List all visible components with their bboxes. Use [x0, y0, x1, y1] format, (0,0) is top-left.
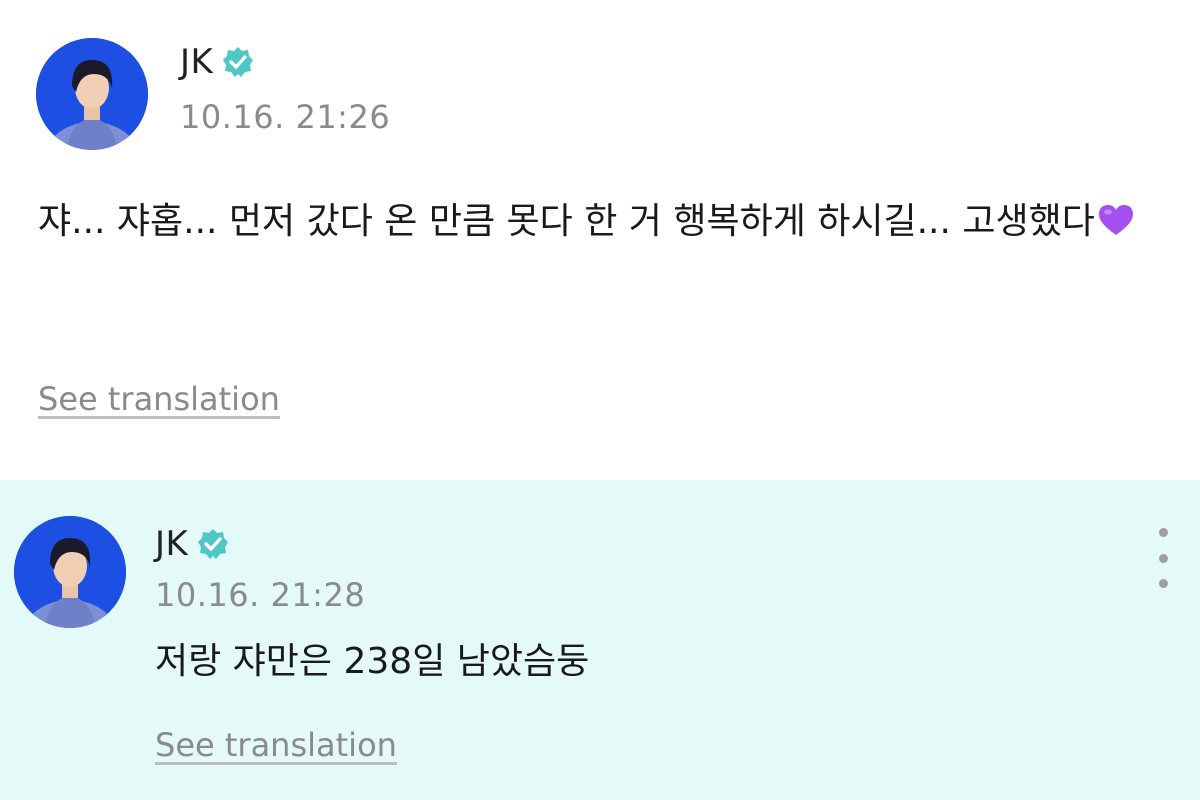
more-options-dot: [1158, 579, 1168, 588]
see-translation-link[interactable]: See translation: [155, 726, 397, 764]
post-timestamp: 10.16. 21:28: [155, 576, 366, 614]
post-timestamp: 10.16. 21:26: [180, 98, 391, 136]
post-text: 쟈... 쟈홉... 먼저 갔다 온 만큼 못다 한 거 행복하게 하시길...…: [38, 201, 1095, 242]
author-label: JK: [155, 524, 189, 564]
author-name[interactable]: JK: [180, 42, 255, 82]
verified-badge-icon: [198, 529, 229, 559]
post-1: JK 10.16. 21:26 쟈... 쟈홉... 먼저 갔다 온 만큼 못다…: [0, 0, 1200, 480]
more-options-icon[interactable]: [1148, 528, 1178, 588]
avatar-image: [36, 38, 148, 150]
see-translation-link[interactable]: See translation: [38, 380, 280, 418]
author-label: JK: [180, 42, 214, 82]
post-body: 쟈... 쟈홉... 먼저 갔다 온 만큼 못다 한 거 행복하게 하시길...…: [38, 190, 1168, 254]
more-options-dot: [1158, 553, 1168, 563]
avatar-image: [14, 516, 126, 628]
avatar[interactable]: [14, 516, 126, 628]
post-text: 저랑 쟈만은 238일 남았슴둥: [155, 641, 590, 682]
post-2: JK 10.16. 21:28 저랑 쟈만은 238일 남았슴둥 See tra…: [0, 480, 1200, 800]
purple-heart-icon: [1098, 205, 1133, 235]
verified-badge-icon: [223, 47, 254, 77]
post-body: 저랑 쟈만은 238일 남았슴둥: [155, 630, 1055, 694]
more-options-dot: [1158, 528, 1168, 537]
author-name[interactable]: JK: [155, 524, 230, 564]
avatar[interactable]: [36, 38, 148, 150]
